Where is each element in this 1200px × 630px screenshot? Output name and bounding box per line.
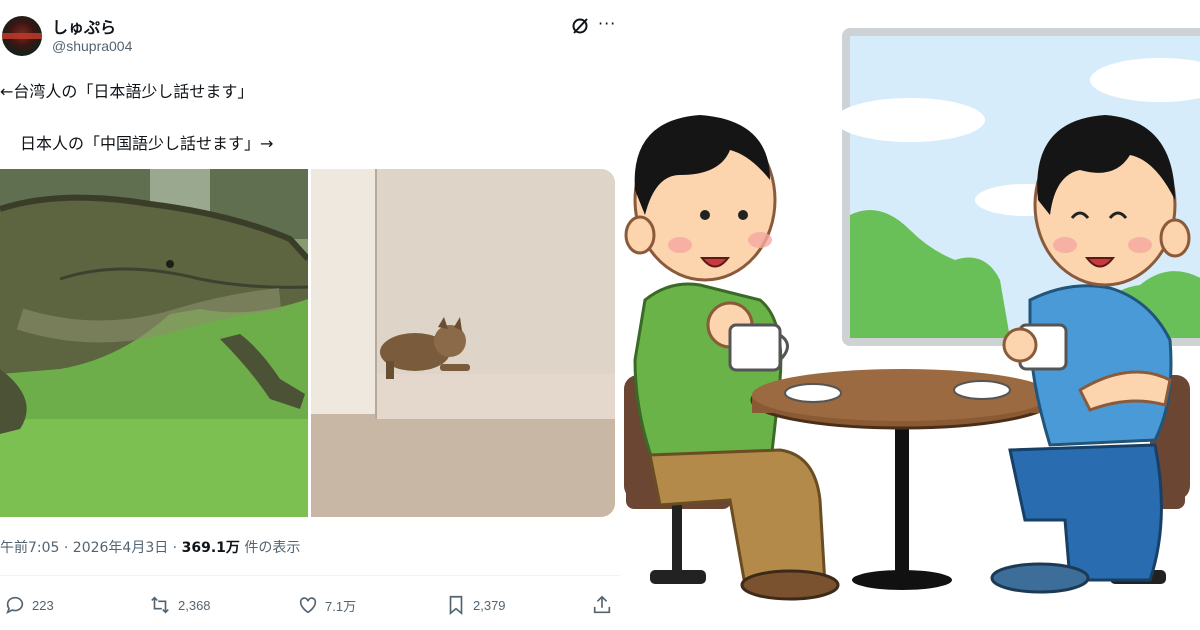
tweet-meta: 午前7:05 · 2026年4月3日 · 369.1万 件の表示: [0, 537, 300, 557]
views-label: 件の表示: [239, 540, 301, 556]
bookmark-button[interactable]: 2,379: [445, 590, 506, 620]
cat-image[interactable]: [311, 169, 615, 517]
reply-count: 223: [32, 597, 54, 613]
like-count: 7.1万: [325, 598, 357, 614]
tweet-actions: 223 2,368 7.1万 2,379: [0, 590, 620, 620]
grok-icon[interactable]: [570, 16, 590, 36]
alligator-image[interactable]: [0, 169, 311, 517]
bookmark-icon: [449, 595, 463, 616]
repost-count: 2,368: [178, 597, 211, 613]
reply-icon: [6, 596, 24, 615]
divider: [0, 575, 620, 576]
author-handle[interactable]: @shupra004: [52, 38, 132, 54]
avatar[interactable]: [2, 16, 42, 56]
tweet-text-line-1: ←台湾人の「日本語少し話せます」: [0, 82, 254, 101]
author-name[interactable]: しゅぷら: [52, 14, 116, 38]
reply-button[interactable]: 223: [4, 590, 54, 620]
cafe-illustration: [624, 28, 1200, 601]
like-icon: [299, 597, 317, 614]
tweet-card: しゅぷら @shupra004 ··· ←台湾人の「日本語少し話せます」 日本人…: [0, 0, 620, 630]
tweet-media[interactable]: [0, 169, 615, 517]
timestamp[interactable]: 午前7:05 · 2026年4月3日 ·: [0, 540, 182, 556]
repost-icon: [151, 596, 169, 614]
tweet-text-line-2: 日本人の「中国語少し話せます」→: [20, 134, 274, 153]
like-button[interactable]: 7.1万: [297, 590, 356, 620]
views-count: 369.1万: [181, 540, 240, 556]
repost-button[interactable]: 2,368: [148, 590, 211, 620]
bookmark-count: 2,379: [473, 597, 506, 613]
